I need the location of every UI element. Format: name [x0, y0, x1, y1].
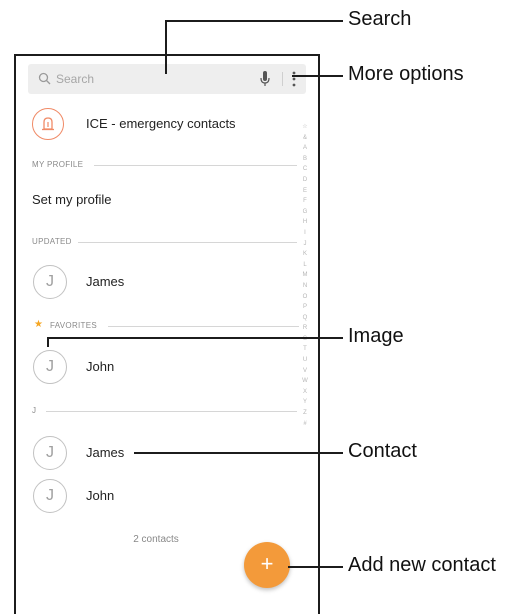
contact-name: James	[86, 445, 125, 460]
index-letter[interactable]: Y	[300, 397, 310, 408]
search-input[interactable]	[56, 64, 246, 94]
favorites-star-icon: ★	[34, 319, 44, 330]
index-letter[interactable]: J	[300, 239, 310, 250]
index-letter[interactable]: N	[300, 281, 310, 292]
index-letter[interactable]: #	[300, 419, 310, 430]
set-my-profile-item[interactable]: Set my profile	[32, 192, 111, 207]
callout-add-new-contact: Add new contact	[348, 554, 496, 576]
callout-line-more-options	[292, 75, 343, 77]
section-header-my-profile: MY PROFILE	[32, 160, 297, 172]
ice-label: ICE - emergency contacts	[86, 116, 236, 131]
section-header-favorites: ★ FAVORITES	[34, 319, 299, 333]
section-divider	[78, 242, 297, 243]
index-letter[interactable]: &	[300, 133, 310, 144]
contact-row[interactable]: J John	[16, 348, 306, 388]
callout-contact: Contact	[348, 440, 417, 462]
section-divider	[94, 165, 297, 166]
section-label: FAVORITES	[50, 321, 98, 330]
contacts-screen: ICE - emergency contacts MY PROFILE Set …	[14, 54, 320, 614]
contact-avatar: J	[33, 350, 67, 384]
index-letter[interactable]: B	[300, 154, 310, 165]
emergency-light-icon	[42, 117, 54, 131]
index-letter[interactable]: G	[300, 207, 310, 218]
section-label: J	[32, 406, 37, 415]
index-letter[interactable]: H	[300, 217, 310, 228]
add-new-contact-button[interactable]: +	[244, 542, 290, 588]
callout-line-image	[47, 337, 343, 339]
callout-more-options: More options	[348, 63, 464, 85]
search-bar[interactable]	[28, 64, 306, 94]
more-options-icon[interactable]	[290, 70, 298, 88]
callout-line-image	[47, 337, 49, 347]
callout-line-search	[165, 20, 343, 22]
contact-avatar: J	[33, 436, 67, 470]
callout-search: Search	[348, 8, 412, 30]
index-letter[interactable]: ☆	[300, 122, 310, 133]
index-letter[interactable]: E	[300, 186, 310, 197]
index-letter[interactable]: D	[300, 175, 310, 186]
index-letter[interactable]: X	[300, 387, 310, 398]
index-letter[interactable]: K	[300, 249, 310, 260]
section-label: MY PROFILE	[32, 160, 84, 169]
contact-row[interactable]: J John	[16, 477, 306, 517]
index-letter[interactable]: S	[300, 334, 310, 345]
section-header-updated: UPDATED	[32, 237, 297, 249]
index-letter[interactable]: U	[300, 355, 310, 366]
contact-avatar: J	[33, 265, 67, 299]
callout-line-add-new-contact	[288, 566, 343, 568]
search-icon	[38, 72, 51, 85]
section-divider	[108, 326, 299, 327]
section-label: UPDATED	[32, 237, 72, 246]
contact-row[interactable]: J James	[16, 263, 306, 303]
ice-avatar	[32, 108, 64, 140]
ice-emergency-contacts-row[interactable]: ICE - emergency contacts	[16, 104, 306, 148]
contact-name: John	[86, 359, 115, 374]
index-letter[interactable]: O	[300, 292, 310, 303]
section-divider	[46, 411, 297, 412]
callout-image: Image	[348, 325, 404, 347]
index-letter[interactable]: P	[300, 302, 310, 313]
index-letter[interactable]: L	[300, 260, 310, 271]
callout-line-contact	[134, 452, 343, 454]
index-letter[interactable]: I	[300, 228, 310, 239]
alphabet-index-bar[interactable]: ☆&ABCDEFGHIJKLMNOPQRSTUVWXYZ#	[300, 122, 310, 429]
contact-name: John	[86, 488, 115, 503]
contact-avatar: J	[33, 479, 67, 513]
index-letter[interactable]: Z	[300, 408, 310, 419]
section-header-j: J	[32, 406, 297, 418]
index-letter[interactable]: M	[300, 270, 310, 281]
index-letter[interactable]: V	[300, 366, 310, 377]
microphone-icon[interactable]	[260, 71, 270, 87]
contact-name: James	[86, 274, 125, 289]
plus-icon: +	[260, 551, 274, 576]
index-letter[interactable]: Q	[300, 313, 310, 324]
index-letter[interactable]: W	[300, 376, 310, 387]
index-letter[interactable]: R	[300, 323, 310, 334]
index-letter[interactable]: C	[300, 164, 310, 175]
index-letter[interactable]: F	[300, 196, 310, 207]
search-divider	[282, 72, 283, 86]
contact-row[interactable]: J James	[16, 434, 306, 474]
index-letter[interactable]: A	[300, 143, 310, 154]
index-letter[interactable]: T	[300, 344, 310, 355]
callout-line-search	[165, 20, 167, 74]
